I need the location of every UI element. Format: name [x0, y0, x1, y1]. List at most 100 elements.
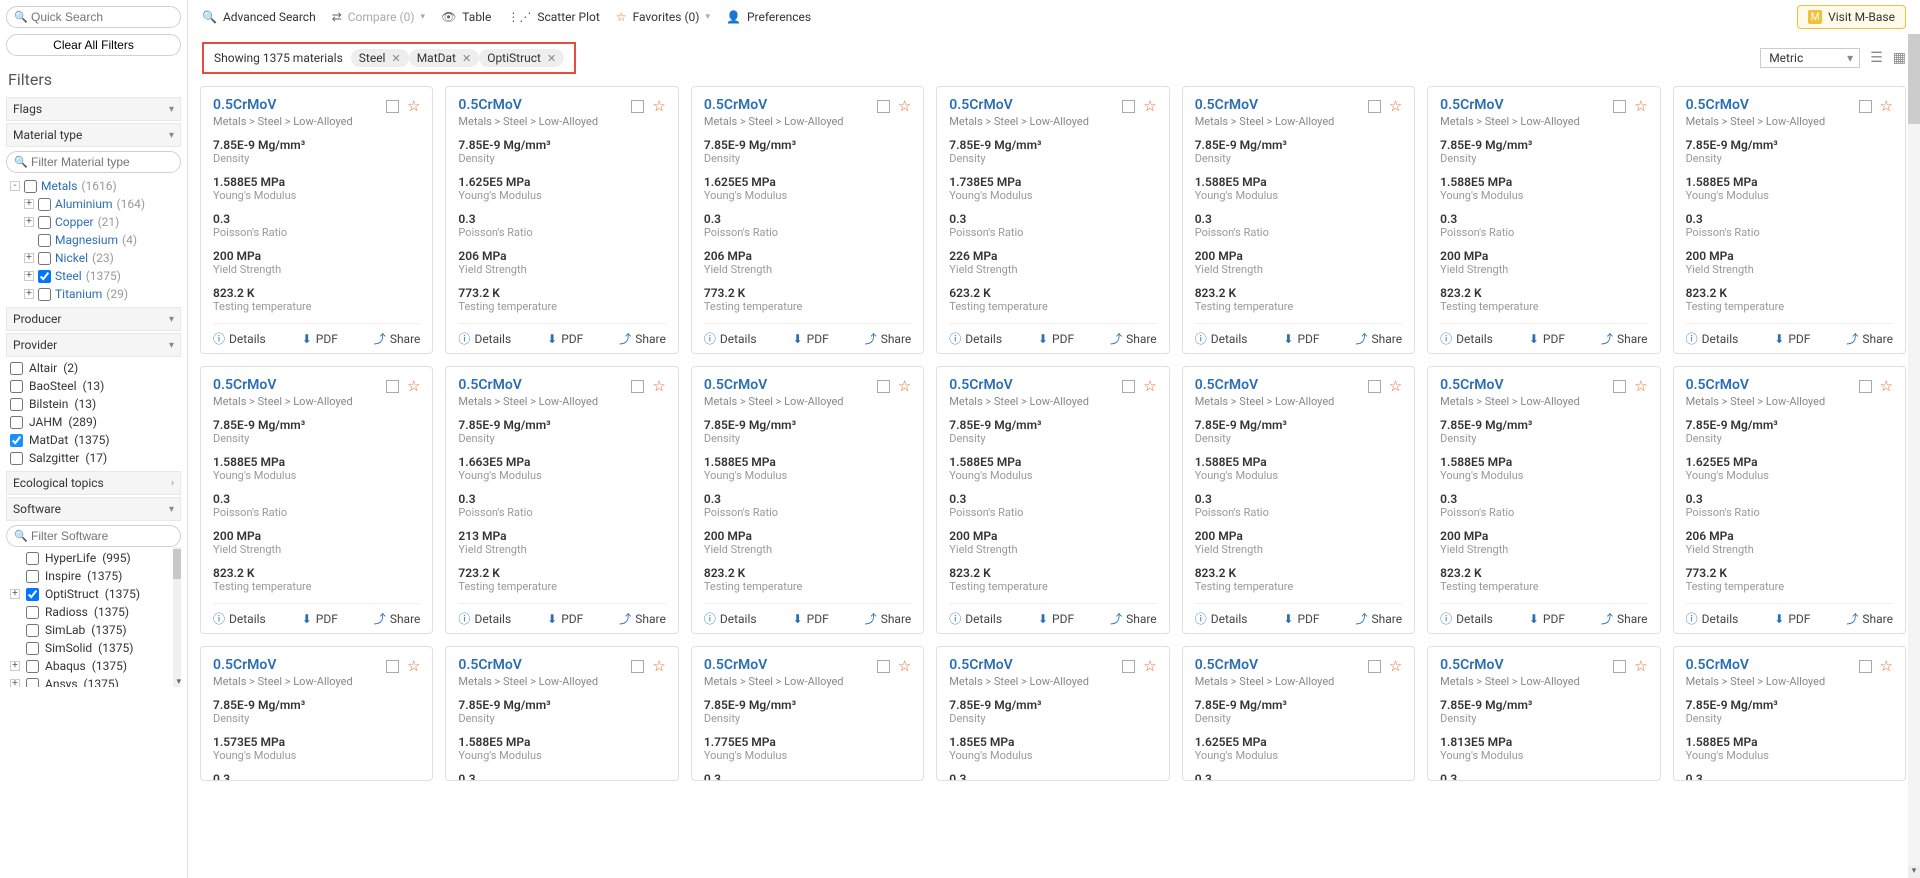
software-checkbox[interactable]	[26, 642, 39, 655]
share-button[interactable]: ⤴Share	[1846, 330, 1893, 347]
software-filter-input[interactable]	[6, 525, 181, 547]
section-software[interactable]: Software ▾	[6, 497, 181, 521]
pdf-button[interactable]: ⬇PDF	[1529, 330, 1565, 347]
details-button[interactable]: ⓘDetails	[949, 610, 1002, 627]
pdf-button[interactable]: ⬇PDF	[547, 610, 583, 627]
software-row[interactable]: +SimLab (1375)	[10, 621, 181, 639]
card-select-checkbox[interactable]	[1859, 380, 1872, 393]
card-title[interactable]: 0.5CrMoV	[458, 657, 598, 673]
pdf-button[interactable]: ⬇PDF	[1283, 330, 1319, 347]
expand-icon[interactable]: +	[24, 253, 34, 263]
pdf-button[interactable]: ⬇PDF	[302, 610, 338, 627]
material-filter-input[interactable]	[6, 151, 181, 173]
favorite-icon[interactable]: ☆	[1143, 377, 1156, 395]
share-button[interactable]: ⤴Share	[619, 330, 666, 347]
pdf-button[interactable]: ⬇PDF	[793, 610, 829, 627]
chip-remove-icon[interactable]: ✕	[547, 52, 556, 65]
card-select-checkbox[interactable]	[1368, 380, 1381, 393]
card-title[interactable]: 0.5CrMoV	[949, 377, 1089, 393]
software-checkbox[interactable]	[26, 606, 39, 619]
card-select-checkbox[interactable]	[1122, 380, 1135, 393]
pdf-button[interactable]: ⬇PDF	[1283, 610, 1319, 627]
advanced-search-button[interactable]: 🔍Advanced Search	[202, 10, 316, 24]
provider-checkbox[interactable]	[10, 398, 23, 411]
favorite-icon[interactable]: ☆	[898, 657, 911, 675]
card-title[interactable]: 0.5CrMoV	[458, 97, 598, 113]
details-button[interactable]: ⓘDetails	[1195, 610, 1248, 627]
share-button[interactable]: ⤴Share	[619, 610, 666, 627]
compare-button[interactable]: ⇄Compare (0)	[332, 10, 425, 24]
expand-icon[interactable]: +	[24, 271, 34, 281]
card-title[interactable]: 0.5CrMoV	[1440, 97, 1580, 113]
software-checkbox[interactable]	[26, 588, 39, 601]
favorite-icon[interactable]: ☆	[1143, 97, 1156, 115]
section-provider[interactable]: Provider ▾	[6, 333, 181, 357]
favorite-icon[interactable]: ☆	[1634, 377, 1647, 395]
favorite-icon[interactable]: ☆	[407, 377, 420, 395]
section-flags[interactable]: Flags ▾	[6, 97, 181, 121]
details-button[interactable]: ⓘDetails	[1440, 330, 1493, 347]
favorites-button[interactable]: ☆Favorites (0)	[616, 10, 710, 24]
scroll-down-arrow-icon[interactable]: ▾	[176, 677, 181, 687]
pdf-button[interactable]: ⬇PDF	[1774, 330, 1810, 347]
card-title[interactable]: 0.5CrMoV	[1195, 657, 1335, 673]
details-button[interactable]: ⓘDetails	[1686, 610, 1739, 627]
software-checkbox[interactable]	[26, 552, 39, 565]
list-view-icon[interactable]: ☰	[1870, 50, 1883, 66]
tree-row[interactable]: +Aluminium (164)	[10, 195, 181, 213]
favorite-icon[interactable]: ☆	[1143, 657, 1156, 675]
card-select-checkbox[interactable]	[1613, 380, 1626, 393]
expand-icon[interactable]: +	[10, 661, 20, 671]
card-select-checkbox[interactable]	[631, 100, 644, 113]
software-row[interactable]: +Radioss (1375)	[10, 603, 181, 621]
section-material-type[interactable]: Material type ▾	[6, 123, 181, 147]
expand-icon[interactable]: +	[24, 217, 34, 227]
software-row[interactable]: +Abaqus (1375)	[10, 657, 181, 675]
provider-row[interactable]: MatDat (1375)	[10, 431, 181, 449]
provider-checkbox[interactable]	[10, 434, 23, 447]
scrollbar-thumb[interactable]	[1908, 34, 1920, 124]
card-title[interactable]: 0.5CrMoV	[704, 97, 844, 113]
favorite-icon[interactable]: ☆	[1880, 377, 1893, 395]
details-button[interactable]: ⓘDetails	[704, 610, 757, 627]
share-button[interactable]: ⤴Share	[865, 610, 912, 627]
card-title[interactable]: 0.5CrMoV	[1440, 377, 1580, 393]
software-row[interactable]: +OptiStruct (1375)	[10, 585, 181, 603]
card-select-checkbox[interactable]	[386, 100, 399, 113]
tree-row[interactable]: +Magnesium (4)	[10, 231, 181, 249]
provider-row[interactable]: Bilstein (13)	[10, 395, 181, 413]
details-button[interactable]: ⓘDetails	[458, 610, 511, 627]
favorite-icon[interactable]: ☆	[1634, 97, 1647, 115]
software-row[interactable]: +HyperLife (995)	[10, 549, 181, 567]
card-select-checkbox[interactable]	[877, 380, 890, 393]
provider-row[interactable]: Altair (2)	[10, 359, 181, 377]
section-producer[interactable]: Producer ▾	[6, 307, 181, 331]
details-button[interactable]: ⓘDetails	[1440, 610, 1493, 627]
pdf-button[interactable]: ⬇PDF	[302, 330, 338, 347]
card-select-checkbox[interactable]	[386, 660, 399, 673]
card-select-checkbox[interactable]	[1859, 660, 1872, 673]
software-checkbox[interactable]	[26, 570, 39, 583]
card-select-checkbox[interactable]	[1613, 660, 1626, 673]
expand-icon[interactable]: -	[10, 181, 20, 191]
favorite-icon[interactable]: ☆	[652, 657, 665, 675]
scrollbar-thumb[interactable]	[173, 549, 181, 579]
favorite-icon[interactable]: ☆	[1880, 97, 1893, 115]
details-button[interactable]: ⓘDetails	[213, 330, 266, 347]
card-title[interactable]: 0.5CrMoV	[704, 657, 844, 673]
share-button[interactable]: ⤴Share	[865, 330, 912, 347]
main-scrollbar[interactable]: ▾	[1908, 34, 1920, 878]
pdf-button[interactable]: ⬇PDF	[793, 330, 829, 347]
scrollbar-track[interactable]: ▾	[173, 547, 181, 687]
favorite-icon[interactable]: ☆	[407, 657, 420, 675]
card-select-checkbox[interactable]	[1613, 100, 1626, 113]
tree-row[interactable]: +Steel (1375)	[10, 267, 181, 285]
card-title[interactable]: 0.5CrMoV	[1440, 657, 1580, 673]
scatter-button[interactable]: ⋮⋰Scatter Plot	[507, 10, 599, 24]
share-button[interactable]: ⤴Share	[1601, 330, 1648, 347]
share-button[interactable]: ⤴Share	[1110, 330, 1157, 347]
software-row[interactable]: +SimSolid (1375)	[10, 639, 181, 657]
card-select-checkbox[interactable]	[386, 380, 399, 393]
favorite-icon[interactable]: ☆	[1880, 657, 1893, 675]
provider-row[interactable]: Salzgitter (17)	[10, 449, 181, 467]
